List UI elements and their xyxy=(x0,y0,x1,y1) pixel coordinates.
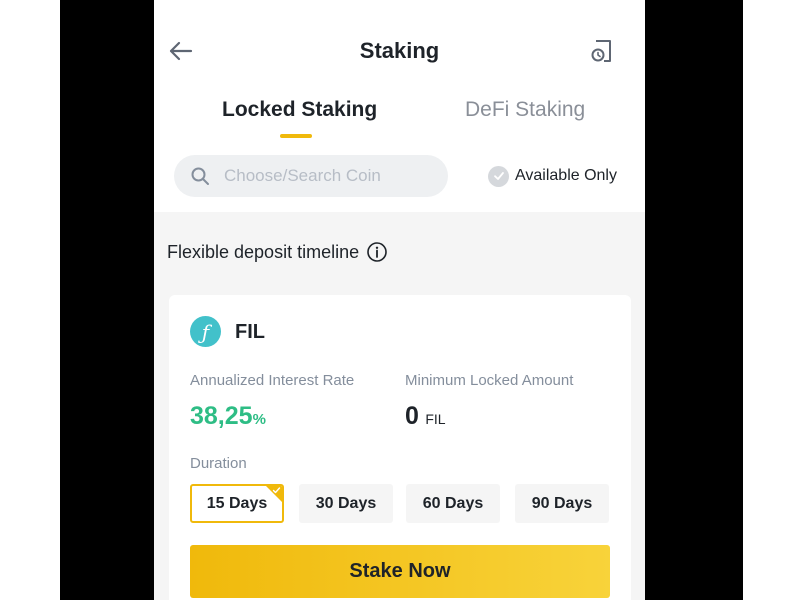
checkbox[interactable] xyxy=(488,165,509,187)
history-icon xyxy=(591,40,611,62)
min-amount-label: Minimum Locked Amount xyxy=(405,372,574,389)
search-box[interactable] xyxy=(174,155,448,197)
tab-locked-staking[interactable]: Locked Staking xyxy=(222,98,377,122)
search-input[interactable] xyxy=(224,155,434,197)
page-title: Staking xyxy=(359,38,440,63)
min-amount: 0 FIL xyxy=(405,402,446,431)
min-amount-unit: FIL xyxy=(425,411,446,427)
duration-option-90-days[interactable]: 90 Days xyxy=(515,484,609,523)
active-tab-indicator xyxy=(280,134,312,138)
section-header: Flexible deposit timeline xyxy=(167,241,388,263)
history-button[interactable] xyxy=(586,36,616,66)
content-area: Flexible deposit timeline ƒ FIL Annualiz… xyxy=(154,212,645,600)
check-icon xyxy=(493,172,504,180)
duration-option-label: 15 Days xyxy=(206,494,268,512)
tab-defi-staking[interactable]: DeFi Staking xyxy=(465,98,585,122)
rate-value: 38,25 xyxy=(190,402,253,430)
available-only-toggle[interactable]: Available Only xyxy=(488,165,617,187)
info-icon[interactable] xyxy=(366,241,388,263)
letterbox-right xyxy=(645,0,743,600)
rate-unit: % xyxy=(252,411,266,428)
available-only-label: Available Only xyxy=(515,167,617,184)
phone-screen: Staking Locked Staking DeFi Staking Choo… xyxy=(154,0,645,600)
duration-option-60-days[interactable]: 60 Days xyxy=(406,484,500,523)
search-icon xyxy=(191,167,209,185)
timeline-label: Flexible deposit timeline xyxy=(167,241,360,262)
letterbox-left xyxy=(60,0,154,600)
interest-rate: 38,25% xyxy=(190,402,266,431)
header: Staking Locked Staking DeFi Staking Choo… xyxy=(154,0,645,212)
duration-label: Duration xyxy=(190,455,247,472)
duration-option-15-days[interactable]: 15 Days xyxy=(190,484,284,523)
duration-option-label: 90 Days xyxy=(531,494,593,512)
duration-option-label: 60 Days xyxy=(422,494,484,512)
duration-option-30-days[interactable]: 30 Days xyxy=(299,484,393,523)
fil-coin-icon: ƒ xyxy=(190,316,221,347)
product-card: ƒ FIL Annualized Interest Rate Minimum L… xyxy=(169,295,631,600)
coin-name: FIL xyxy=(235,321,265,343)
check-icon xyxy=(272,487,281,494)
rate-label: Annualized Interest Rate xyxy=(190,372,355,389)
stake-now-button[interactable]: Stake Now xyxy=(190,545,610,598)
duration-option-label: 30 Days xyxy=(315,494,377,512)
min-amount-value: 0 xyxy=(405,402,419,430)
